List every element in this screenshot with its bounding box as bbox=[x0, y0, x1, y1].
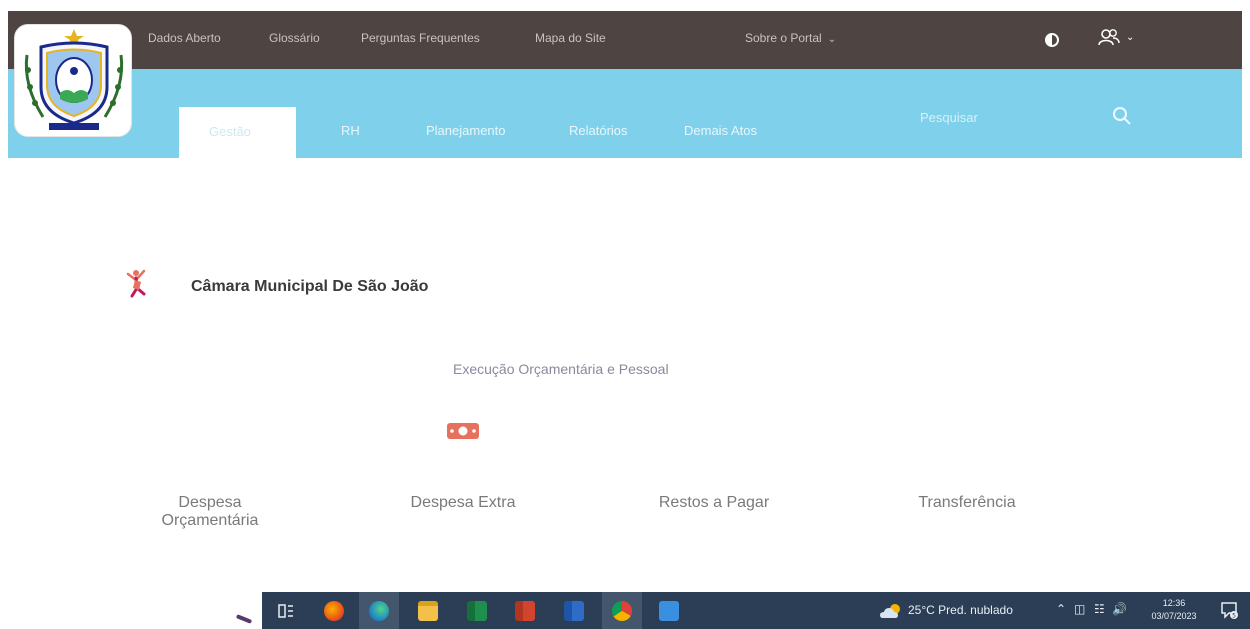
file-explorer-icon[interactable] bbox=[418, 601, 438, 621]
card-despesa-extra[interactable]: Despesa Extra bbox=[392, 494, 534, 512]
network-icon[interactable]: ☷ bbox=[1094, 602, 1105, 616]
section-title: Execução Orçamentária e Pessoal bbox=[453, 361, 669, 377]
tab-gestao[interactable]: Gestão bbox=[179, 107, 296, 158]
top-navbar: Dados Aberto Glossário Perguntas Frequen… bbox=[8, 11, 1242, 69]
coat-of-arms-emblem bbox=[24, 29, 124, 130]
card-transferencia[interactable]: Transferência bbox=[892, 494, 1042, 512]
notification-count: 5 bbox=[1232, 613, 1236, 620]
stray-mark bbox=[235, 614, 253, 624]
search-input[interactable] bbox=[920, 104, 1100, 130]
money-icon bbox=[447, 423, 479, 439]
cloud-icon bbox=[880, 604, 900, 618]
nav-perguntas-link[interactable]: Perguntas Frequentes bbox=[361, 31, 480, 45]
powerpoint-icon[interactable] bbox=[515, 601, 535, 621]
contrast-icon[interactable] bbox=[1045, 33, 1059, 47]
search-icon[interactable] bbox=[1112, 106, 1132, 126]
volume-icon[interactable]: 🔊 bbox=[1112, 602, 1127, 616]
card-despesa-orcamentaria[interactable]: Despesa Orçamentária bbox=[142, 494, 278, 530]
nav-dados-aberto-link[interactable]: Dados Aberto bbox=[148, 31, 221, 45]
chrome-icon[interactable] bbox=[612, 601, 632, 621]
tab-relatorios[interactable]: Relatórios bbox=[569, 123, 628, 138]
tab-planejamento[interactable]: Planejamento bbox=[426, 123, 506, 138]
app-icon[interactable] bbox=[659, 601, 679, 621]
about-portal-label: Sobre o Portal bbox=[745, 31, 822, 45]
tab-gestao-label: Gestão bbox=[209, 124, 251, 139]
system-clock[interactable]: 12:36 03/07/2023 bbox=[1142, 597, 1206, 623]
excel-icon[interactable] bbox=[467, 601, 487, 621]
word-icon[interactable] bbox=[564, 601, 584, 621]
organization-title: Câmara Municipal De São João bbox=[191, 278, 429, 295]
tab-rh[interactable]: RH bbox=[341, 123, 360, 138]
nav-mapa-link[interactable]: Mapa do Site bbox=[535, 31, 606, 45]
dancer-icon bbox=[126, 269, 146, 298]
firefox-icon[interactable] bbox=[324, 601, 344, 621]
edge-icon[interactable] bbox=[369, 601, 389, 621]
notification-icon[interactable]: 5 bbox=[1220, 601, 1238, 619]
clock-time: 12:36 bbox=[1162, 598, 1186, 608]
chevron-down-icon: ⌄ bbox=[1126, 31, 1135, 43]
coat-of-arms-logo[interactable] bbox=[14, 24, 132, 137]
user-menu[interactable]: ⌄ bbox=[1098, 28, 1134, 46]
about-portal-dropdown[interactable]: Sobre o Portal ⌄ bbox=[745, 31, 836, 45]
weather-text[interactable]: 25°C Pred. nublado bbox=[908, 603, 1013, 617]
task-view-icon[interactable] bbox=[276, 601, 296, 621]
tab-demais-atos[interactable]: Demais Atos bbox=[684, 123, 757, 138]
chevron-up-icon[interactable]: ⌃ bbox=[1056, 602, 1066, 616]
nav-glossario-link[interactable]: Glossário bbox=[269, 31, 320, 45]
windows-taskbar: 25°C Pred. nublado ⌃ ◫ ☷ 🔊 12:36 03/07/2… bbox=[262, 592, 1250, 629]
card-restos-a-pagar[interactable]: Restos a Pagar bbox=[642, 494, 786, 512]
meet-now-icon[interactable]: ◫ bbox=[1074, 602, 1085, 616]
users-icon bbox=[1098, 29, 1120, 46]
chevron-down-icon: ⌄ bbox=[827, 34, 837, 45]
clock-date: 03/07/2023 bbox=[1151, 611, 1197, 621]
